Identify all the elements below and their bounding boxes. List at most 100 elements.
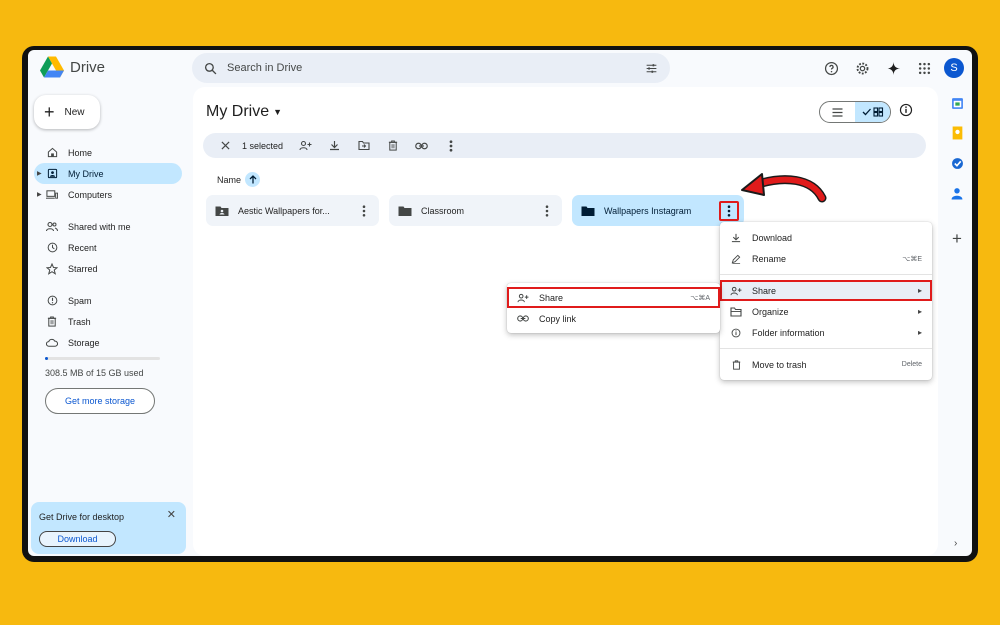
sidebar-nav: Home ▶ My Drive ▶ Computers Shared with … [34,142,182,353]
page-title[interactable]: My Drive ▼ [206,103,282,121]
grid-check-icon [862,107,883,117]
drive-logo-icon [40,56,64,78]
header-actions: S [816,56,972,80]
folder-card[interactable]: Aestic Wallpapers for... [206,195,379,226]
cloud-icon [46,337,58,349]
calendar-icon[interactable] [949,95,965,111]
menu-item-share[interactable]: Share ▸ [720,280,932,301]
menu-item-shortcut: ⌥⌘A [690,294,710,302]
sort-by-name[interactable]: Name [217,172,261,187]
link-icon[interactable] [407,136,436,156]
menu-item-move-to-trash[interactable]: Move to trash Delete [720,354,932,375]
menu-item-label: Rename [752,253,787,264]
more-vert-icon[interactable] [354,201,374,221]
share-icon [517,293,529,303]
search-options-icon[interactable] [645,62,658,75]
storage-progress-bar [45,357,160,360]
trash-icon [46,316,58,328]
trash-icon[interactable] [378,136,407,156]
sidebar-item-home[interactable]: Home [34,142,182,163]
expand-caret-icon[interactable]: ▶ [37,170,42,177]
submenu-item-share[interactable]: Share ⌥⌘A [507,287,720,308]
more-vert-icon[interactable] [436,136,465,156]
new-button[interactable]: + New [34,95,100,129]
contacts-icon[interactable] [949,185,965,201]
download-desktop-button[interactable]: Download [39,531,116,547]
selection-count: 1 selected [242,140,284,151]
new-label: New [64,106,85,118]
sidebar-item-label: Computers [68,189,113,200]
computers-icon [46,189,58,201]
storage-usage-text: 308.5 MB of 15 GB used [45,368,144,378]
menu-item-label: Organize [752,306,789,317]
side-panel-rail: + [946,95,968,248]
menu-item-folder-information[interactable]: Folder information ▸ [720,322,932,343]
menu-item-rename[interactable]: Rename ⌥⌘E [720,248,932,269]
star-icon [46,262,58,275]
menu-item-download[interactable]: Download [720,227,932,248]
view-toggle [819,101,891,123]
folder-card-selected[interactable]: Wallpapers Instagram [572,195,744,226]
arrow-up-icon[interactable] [245,172,261,187]
chevron-down-icon: ▼ [273,107,283,117]
info-icon[interactable] [899,103,913,122]
add-addon-icon[interactable]: + [949,229,965,248]
list-icon [832,107,843,117]
folder-icon [398,205,412,217]
search-bar[interactable] [192,53,670,83]
submenu-item-copy-link[interactable]: Copy link [507,308,720,329]
clear-selection-icon[interactable] [211,136,240,156]
expand-caret-icon[interactable]: ▶ [37,191,42,198]
keep-icon[interactable] [949,125,965,141]
app-name: Drive [70,58,106,76]
get-more-storage-button[interactable]: Get more storage [45,388,155,414]
sidebar-item-shared-with-me[interactable]: Shared with me [34,216,182,237]
trash-icon [730,359,742,370]
grid-view-button[interactable] [855,102,890,122]
apps-grid-icon[interactable] [909,56,940,80]
share-submenu: Share ⌥⌘A Copy link [507,283,720,333]
menu-item-label: Move to trash [752,359,807,370]
more-vert-icon[interactable] [537,201,557,221]
chevron-right-icon[interactable]: › [954,538,957,549]
rename-icon [730,254,742,264]
help-icon[interactable] [816,56,847,80]
share-icon [730,286,742,296]
tasks-icon[interactable] [949,155,965,171]
sidebar-item-trash[interactable]: Trash [34,311,182,332]
menu-item-organize[interactable]: Organize ▸ [720,301,932,322]
menu-divider [720,348,932,349]
menu-item-shortcut: ⌥⌘E [902,255,922,263]
close-icon[interactable]: ✕ [167,508,176,521]
folder-card[interactable]: Classroom [389,195,562,226]
annotation-arrow-icon [741,173,827,203]
sidebar-item-storage[interactable]: Storage [34,332,182,353]
sidebar-item-recent[interactable]: Recent [34,237,182,258]
settings-icon[interactable] [847,56,878,80]
share-icon[interactable] [291,136,320,156]
move-to-folder-icon[interactable] [349,136,378,156]
sidebar-item-computers[interactable]: ▶ Computers [34,184,182,205]
page-title-text: My Drive [206,103,270,120]
search-icon[interactable] [204,62,217,75]
folder-name: Aestic Wallpapers for... [238,205,330,216]
menu-item-shortcut: Delete [901,361,922,368]
sidebar-item-label: Recent [68,242,97,253]
list-view-button[interactable] [820,102,855,122]
spam-icon [46,295,58,307]
promo-title: Get Drive for desktop [39,512,125,522]
desktop-promo: Get Drive for desktop ✕ Download [31,502,186,554]
menu-item-label: Download [752,232,793,243]
home-icon [46,147,58,159]
sidebar-item-spam[interactable]: Spam [34,290,182,311]
download-icon[interactable] [320,136,349,156]
search-input[interactable] [227,62,645,74]
sidebar-item-my-drive[interactable]: ▶ My Drive [34,163,182,184]
avatar[interactable]: S [944,58,964,78]
drive-logo[interactable]: Drive [40,56,105,78]
gemini-icon[interactable] [878,56,909,80]
sidebar-item-starred[interactable]: Starred [34,258,182,279]
submenu-arrow-icon: ▸ [917,307,922,316]
folder-context-menu: Download Rename ⌥⌘E Share ▸ Organize ▸ F… [720,222,932,380]
folder-name: Wallpapers Instagram [604,205,692,216]
